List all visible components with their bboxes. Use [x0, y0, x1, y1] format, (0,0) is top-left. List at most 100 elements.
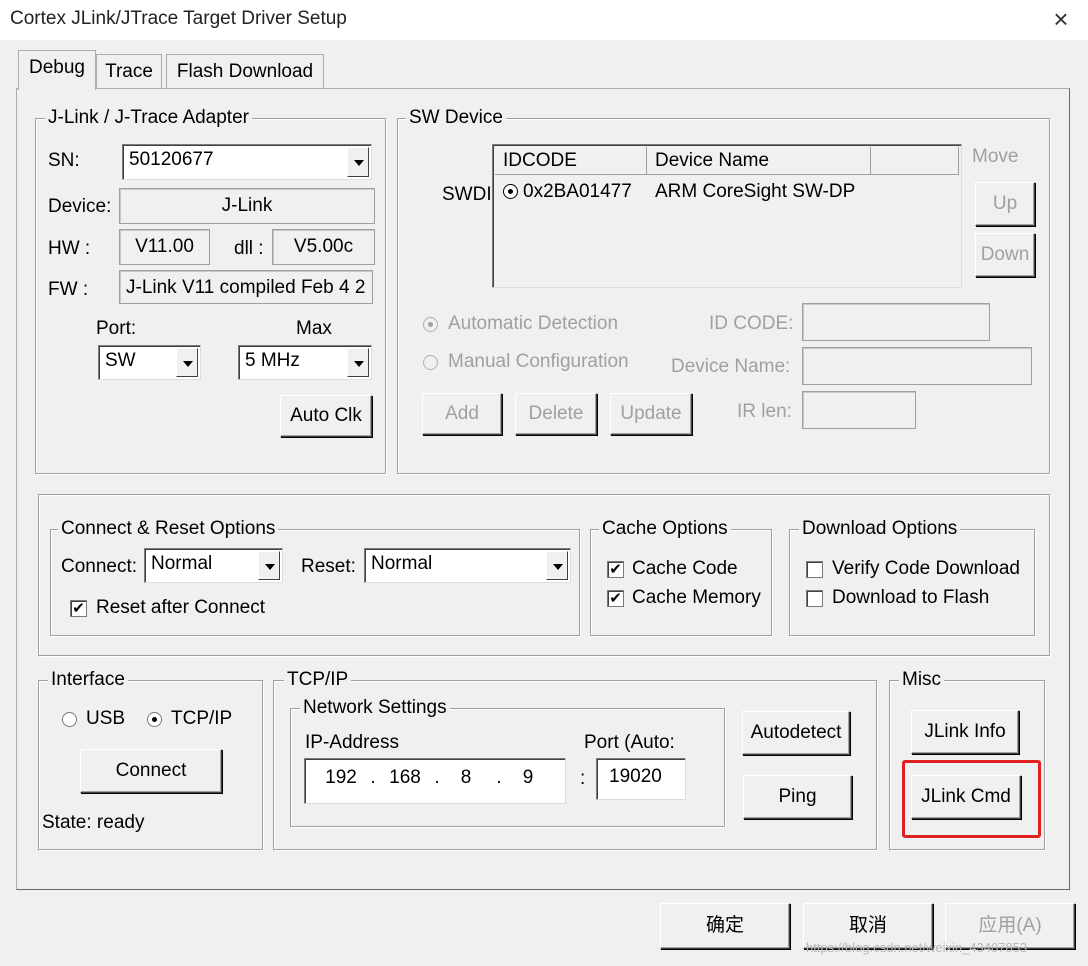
id-code-field[interactable]	[802, 303, 990, 341]
tcpip-group-label: TCP/IP	[284, 670, 352, 690]
column-header-idcode[interactable]: IDCODE	[495, 147, 647, 175]
connect-reset-group-label: Connect & Reset Options	[58, 519, 279, 539]
chevron-down-icon[interactable]	[347, 147, 369, 177]
table-row[interactable]: 0x2BA01477 ARM CoreSight SW-DP	[497, 181, 957, 207]
reset-select[interactable]: Normal	[364, 548, 571, 583]
reset-label: Reset:	[301, 556, 356, 577]
ip-dot: .	[496, 767, 502, 788]
chevron-down-icon[interactable]	[546, 551, 568, 580]
sn-value: 50120677	[129, 149, 214, 170]
reset-after-connect-label: Reset after Connect	[96, 597, 265, 618]
ip-address-label: IP-Address	[305, 732, 399, 753]
ok-button[interactable]: 确定	[660, 903, 790, 949]
device-label: Device:	[48, 196, 112, 217]
chevron-down-icon[interactable]	[258, 551, 280, 580]
network-settings-label: Network Settings	[300, 698, 450, 718]
sn-select[interactable]: 50120677	[122, 144, 372, 180]
tcpip-radio[interactable]	[147, 712, 162, 727]
connect-select[interactable]: Normal	[144, 548, 283, 583]
tab-debug[interactable]: Debug	[18, 50, 96, 90]
usb-radio[interactable]	[62, 712, 77, 727]
cache-options-group	[590, 529, 772, 636]
max-label: Max	[296, 318, 332, 339]
connect-button[interactable]: Connect	[80, 749, 222, 793]
ip-octet-2: 168	[389, 767, 421, 788]
tcpip-radio-label: TCP/IP	[171, 708, 233, 729]
ip-octet-3: 8	[460, 767, 472, 788]
ping-button[interactable]: Ping	[743, 775, 852, 819]
watermark-text: https://blog.csdn.net/weixin_43407853	[806, 940, 1028, 955]
download-to-flash-checkbox[interactable]	[806, 590, 823, 607]
check-icon[interactable]: ✔	[70, 600, 87, 617]
ir-len-field[interactable]	[802, 391, 916, 429]
swdi-label: SWDI	[442, 184, 492, 205]
verify-download-checkbox[interactable]	[806, 561, 823, 578]
ip-address-field[interactable]: 192 . 168 . 8 . 9	[304, 758, 566, 804]
hw-value: V11.00	[119, 229, 210, 265]
check-icon[interactable]: ✔	[607, 561, 624, 578]
tab-flash-download[interactable]: Flash Download	[166, 54, 324, 89]
move-label: Move	[972, 146, 1019, 167]
auto-detection-radio[interactable]	[423, 317, 438, 332]
id-code-label: ID CODE:	[709, 313, 794, 334]
dll-label: dll :	[234, 238, 264, 259]
ip-octet-1: 192	[325, 767, 357, 788]
ip-octet-4: 9	[522, 767, 534, 788]
cache-options-group-label: Cache Options	[599, 519, 731, 539]
delete-button[interactable]: Delete	[515, 393, 597, 435]
manual-config-label: Manual Configuration	[448, 351, 629, 372]
auto-detection-label: Automatic Detection	[448, 313, 619, 334]
jlink-info-button[interactable]: JLink Info	[911, 710, 1019, 754]
row-device-name: ARM CoreSight SW-DP	[655, 181, 856, 202]
usb-label: USB	[86, 708, 126, 729]
column-header-blank	[871, 147, 959, 175]
misc-group-label: Misc	[899, 670, 945, 690]
auto-clk-button[interactable]: Auto Clk	[280, 395, 372, 437]
manual-config-radio[interactable]	[423, 355, 438, 370]
update-button[interactable]: Update	[610, 393, 692, 435]
port-auto-label: Port (Auto:	[584, 732, 675, 753]
ir-len-label: IR len:	[737, 401, 792, 422]
column-header-device-name[interactable]: Device Name	[647, 147, 871, 175]
download-to-flash-label: Download to Flash	[832, 587, 990, 608]
download-options-group-label: Download Options	[799, 519, 961, 539]
interface-group-label: Interface	[48, 670, 128, 690]
connect-label: Connect:	[61, 556, 138, 577]
ip-dot: .	[434, 767, 440, 788]
ip-dot: .	[370, 767, 376, 788]
autodetect-button[interactable]: Autodetect	[742, 711, 850, 755]
chevron-down-icon[interactable]	[176, 348, 198, 377]
port-separator: :	[580, 768, 586, 789]
move-up-button[interactable]: Up	[975, 182, 1035, 226]
close-icon[interactable]: ×	[1046, 4, 1076, 34]
max-clock-value: 5 MHz	[245, 350, 300, 371]
adapter-group-label: J-Link / J-Trace Adapter	[45, 108, 252, 128]
chevron-down-icon[interactable]	[347, 348, 369, 377]
reset-value: Normal	[371, 553, 433, 574]
tab-trace[interactable]: Trace	[96, 54, 162, 89]
sw-device-group-label: SW Device	[406, 108, 506, 128]
port-value: SW	[105, 350, 136, 371]
device-value: J-Link	[119, 188, 375, 224]
add-button[interactable]: Add	[422, 393, 502, 435]
device-name-field[interactable]	[802, 347, 1032, 385]
sw-device-list[interactable]: IDCODE Device Name 0x2BA01477 ARM CoreSi…	[492, 144, 962, 288]
fw-value: J-Link V11 compiled Feb 4 2	[119, 270, 373, 304]
max-clock-select[interactable]: 5 MHz	[238, 345, 372, 380]
hw-label: HW :	[48, 238, 91, 259]
fw-label: FW :	[48, 279, 89, 300]
state-text: State: ready	[42, 812, 145, 833]
selected-row-icon	[503, 184, 518, 199]
connect-value: Normal	[151, 553, 213, 574]
move-down-button[interactable]: Down	[975, 233, 1035, 277]
download-options-group	[789, 529, 1035, 636]
port-label: Port:	[96, 318, 137, 339]
window-title: Cortex JLink/JTrace Target Driver Setup	[10, 8, 347, 29]
cache-memory-label: Cache Memory	[632, 587, 761, 608]
port-field[interactable]: 19020	[596, 758, 686, 800]
device-name-label: Device Name:	[671, 356, 791, 377]
row-idcode: 0x2BA01477	[523, 181, 632, 202]
verify-download-label: Verify Code Download	[832, 558, 1020, 579]
check-icon[interactable]: ✔	[607, 590, 624, 607]
port-select[interactable]: SW	[98, 345, 201, 380]
